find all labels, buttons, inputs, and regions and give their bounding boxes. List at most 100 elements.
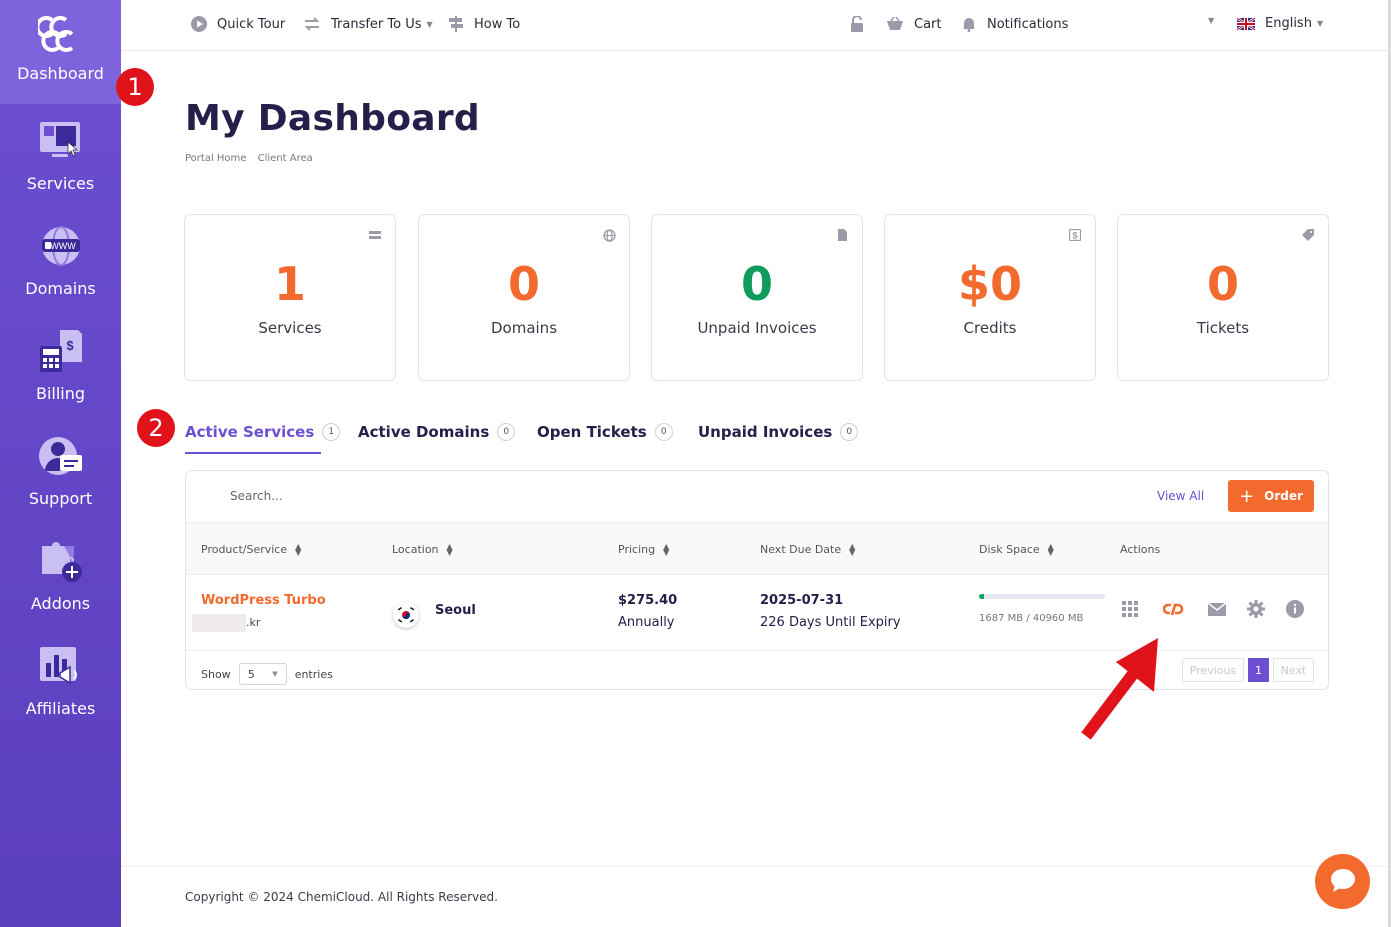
tab-count-badge: 0	[840, 423, 859, 441]
sidebar-item-label: Dashboard	[17, 64, 104, 83]
column-header-location[interactable]: Location ▲ ▼	[392, 542, 453, 556]
column-label: Disk Space	[979, 543, 1040, 556]
support-agent-icon	[38, 433, 84, 479]
order-button[interactable]: + Order	[1228, 480, 1314, 512]
notifications-link[interactable]: Notifications	[961, 16, 1068, 32]
column-header-actions: Actions	[1120, 543, 1160, 556]
sort-icon: ▲ ▼	[849, 541, 856, 557]
previous-page-button[interactable]: Previous	[1182, 658, 1244, 682]
sidebar-item-services[interactable]: Services	[0, 104, 121, 209]
sidebar-item-support[interactable]: Support	[0, 419, 121, 524]
quick-tour-link[interactable]: Quick Tour	[191, 16, 285, 32]
product-name[interactable]: WordPress Turbo	[201, 593, 326, 608]
tab-active-services[interactable]: Active Services 1	[185, 423, 341, 441]
sidebar-item-label: Billing	[35, 384, 86, 403]
sort-icon: ▲ ▼	[1047, 541, 1054, 557]
stat-value: 0	[1206, 257, 1239, 311]
tag-icon	[1302, 229, 1314, 241]
transfer-dropdown[interactable]: Transfer To Us ▼	[303, 16, 433, 32]
sidebar-item-billing[interactable]: $ Billing	[0, 314, 121, 419]
show-label: Show	[201, 667, 231, 681]
entries-value: 5	[247, 667, 255, 681]
stat-label: Unpaid Invoices	[697, 319, 817, 337]
info-icon[interactable]	[1285, 599, 1305, 619]
stat-card-credits[interactable]: $ $0 Credits	[884, 214, 1096, 381]
expiry-countdown: 226 Days Until Expiry	[760, 615, 901, 630]
tab-active-domains[interactable]: Active Domains 0	[358, 423, 516, 441]
sidebar-item-affiliates[interactable]: Affiliates	[0, 629, 121, 734]
language-dropdown[interactable]: English ▼	[1236, 16, 1324, 31]
column-header-product[interactable]: Product/Service ▲ ▼	[201, 541, 302, 557]
tab-label: Active Domains	[358, 423, 490, 441]
due-date-cell: 2025-07-31 226 Days Until Expiry	[760, 593, 901, 630]
column-label: Actions	[1120, 543, 1161, 556]
copyright-text: Copyright © 2024 ChemiCloud. All Rights …	[185, 890, 498, 904]
footer-divider	[121, 866, 1391, 867]
price-value: $275.40	[618, 593, 678, 608]
search-input[interactable]: Search...	[230, 489, 283, 503]
play-circle-icon	[191, 16, 207, 32]
affiliates-megaphone-icon	[38, 643, 84, 689]
stat-label: Tickets	[1196, 319, 1250, 337]
sort-icon: ▲ ▼	[295, 541, 302, 557]
column-header-pricing[interactable]: Pricing ▲ ▼	[618, 541, 670, 557]
annotation-marker-1: 1	[116, 68, 154, 106]
grid-menu-icon[interactable]	[1120, 599, 1140, 619]
sidebar-item-dashboard[interactable]: Dashboard	[0, 0, 121, 104]
gear-icon[interactable]	[1246, 599, 1266, 619]
sort-icon: ▲ ▼	[663, 541, 670, 557]
account-dropdown[interactable]: ▼	[1203, 16, 1214, 25]
stat-card-unpaid-invoices[interactable]: 0 Unpaid Invoices	[651, 214, 863, 381]
cpanel-icon[interactable]	[1162, 599, 1184, 619]
document-icon	[836, 229, 848, 241]
tab-count-badge: 1	[322, 423, 341, 441]
annotation-marker-2: 2	[137, 409, 175, 447]
annotation-arrow	[1078, 632, 1168, 744]
column-label: Location	[392, 543, 439, 556]
due-date-value: 2025-07-31	[760, 593, 844, 608]
active-tab-indicator	[185, 452, 321, 454]
howto-link[interactable]: How To	[448, 16, 520, 32]
transfer-label: Transfer To Us	[331, 16, 422, 32]
stat-label: Domains	[490, 319, 558, 337]
globe-icon	[603, 229, 616, 242]
breadcrumb: Portal Home Client Area	[185, 153, 321, 164]
column-label: Pricing	[618, 543, 656, 556]
breadcrumb-portal-home[interactable]: Portal Home	[185, 153, 246, 164]
stat-card-services[interactable]: 1 Services	[184, 214, 396, 381]
disk-usage-fill	[979, 594, 985, 599]
stat-card-tickets[interactable]: 0 Tickets	[1117, 214, 1329, 381]
tab-unpaid-invoices[interactable]: Unpaid Invoices 0	[698, 423, 859, 441]
transfer-arrows-icon	[303, 16, 321, 32]
sidebar-item-addons[interactable]: Addons	[0, 524, 121, 629]
svg-text:$: $	[1072, 231, 1077, 241]
cart-link[interactable]: Cart	[886, 16, 942, 32]
svg-text:$: $	[66, 338, 74, 353]
notifications-label: Notifications	[987, 16, 1069, 32]
page-size-control: Show 5 ▼ entries	[201, 663, 333, 685]
disk-usage-text: 1687 MB / 40960 MB	[979, 613, 1084, 624]
howto-label: How To	[474, 16, 521, 32]
stat-value: 0	[507, 257, 540, 311]
entries-label: entries	[294, 667, 333, 681]
column-header-disk-space[interactable]: Disk Space ▲ ▼	[979, 541, 1054, 557]
column-label: Product/Service	[201, 543, 288, 556]
column-header-due-date[interactable]: Next Due Date ▲ ▼	[760, 541, 856, 557]
sidebar-item-label: Services	[26, 174, 95, 193]
chat-button[interactable]	[1315, 854, 1370, 909]
chevron-down-icon: ▼	[1316, 19, 1324, 28]
stat-value: 1	[273, 257, 306, 311]
sidebar-item-domains[interactable]: WWW Domains	[0, 209, 121, 314]
stat-value: 0	[740, 257, 773, 311]
tab-open-tickets[interactable]: Open Tickets 0	[537, 423, 673, 441]
next-page-button[interactable]: Next	[1273, 658, 1314, 682]
stat-label: Credits	[963, 319, 1017, 337]
lock-button[interactable]	[849, 15, 875, 32]
view-all-link[interactable]: View All	[1157, 489, 1204, 503]
entries-select[interactable]: 5 ▼	[238, 663, 287, 685]
envelope-icon[interactable]	[1207, 599, 1227, 619]
stat-card-domains[interactable]: 0 Domains	[418, 214, 630, 381]
product-cell[interactable]: WordPress Turbo .kr	[192, 593, 326, 632]
breadcrumb-client-area: Client Area	[257, 153, 313, 164]
page-1-button[interactable]: 1	[1248, 658, 1269, 682]
